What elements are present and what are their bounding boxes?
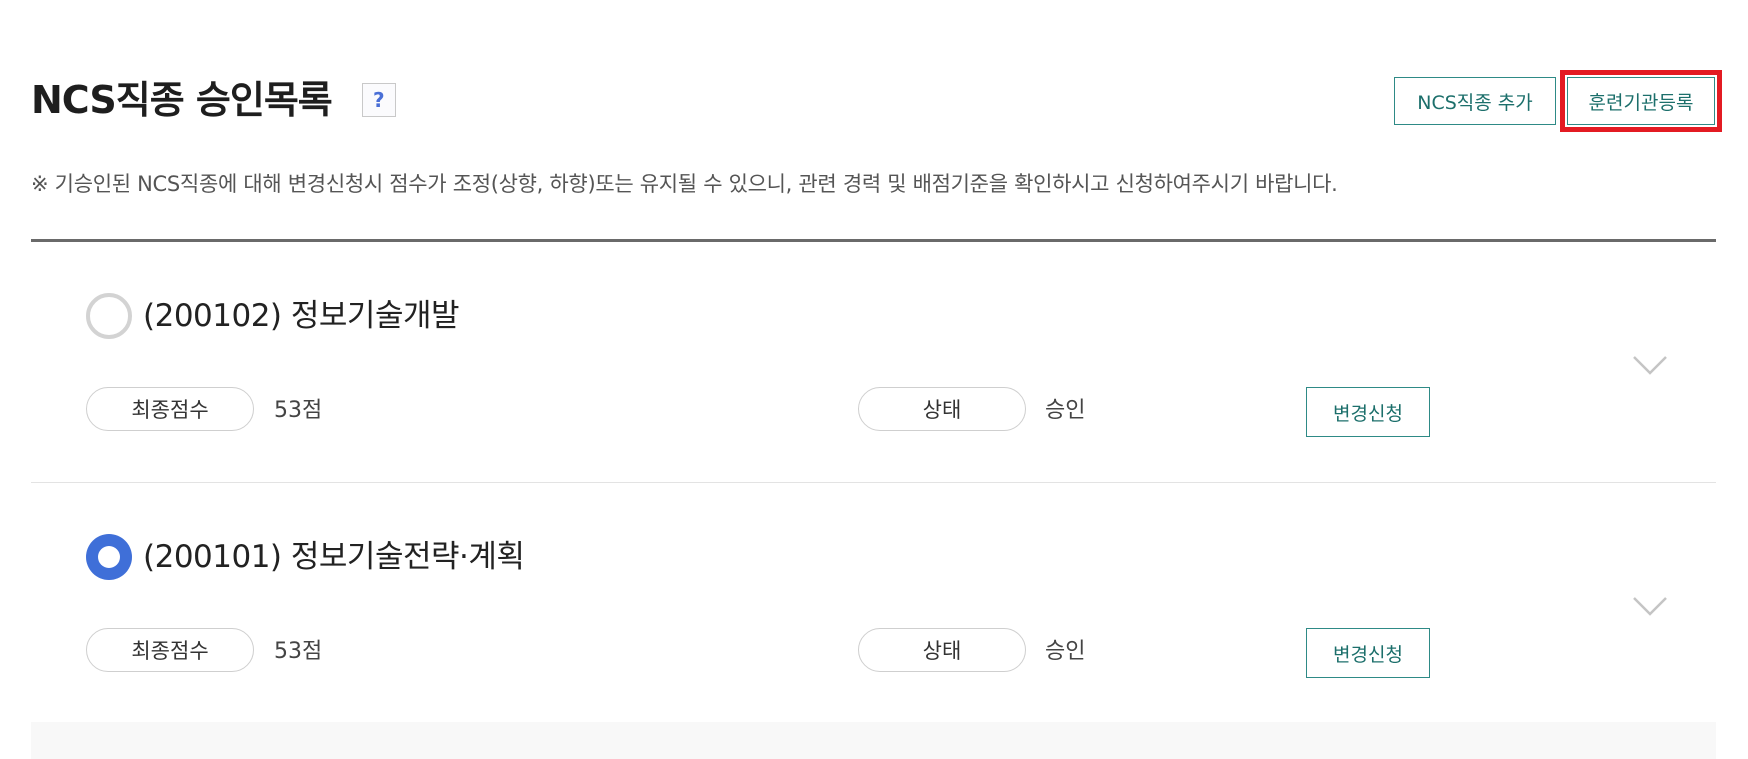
item-title: (200101) 정보기술전략·계획 xyxy=(143,539,525,575)
footer-strip xyxy=(31,722,1716,759)
register-institution-button[interactable]: 훈련기관등록 xyxy=(1567,77,1715,125)
chevron-down-icon[interactable] xyxy=(1632,595,1668,617)
chevron-down-icon[interactable] xyxy=(1632,354,1668,376)
score-value: 53점 xyxy=(274,639,323,664)
score-label: 최종점수 xyxy=(86,628,254,672)
list-item: (200102) 정보기술개발 최종점수 53점 상태 승인 변경신청 xyxy=(31,242,1716,483)
page: NCS직종 승인목록 ? NCS직종 추가 훈련기관등록 ※ 기승인된 NCS직… xyxy=(0,0,1748,759)
list-item: (200101) 정보기술전략·계획 최종점수 53점 상태 승인 변경신청 xyxy=(31,483,1716,723)
item-radio[interactable] xyxy=(86,293,132,339)
status-value: 승인 xyxy=(1045,639,1086,664)
status-value: 승인 xyxy=(1045,398,1086,423)
status-label: 상태 xyxy=(858,387,1026,431)
score-value: 53점 xyxy=(274,398,323,423)
item-radio[interactable] xyxy=(86,534,132,580)
page-title: NCS직종 승인목록 xyxy=(31,78,333,122)
add-ncs-button[interactable]: NCS직종 추가 xyxy=(1394,77,1556,125)
top-buttons: NCS직종 추가 훈련기관등록 xyxy=(1394,70,1722,132)
notice-text: ※ 기승인된 NCS직종에 대해 변경신청시 점수가 조정(상향, 하향)또는 … xyxy=(31,172,1338,196)
status-label: 상태 xyxy=(858,628,1026,672)
change-request-button[interactable]: 변경신청 xyxy=(1306,387,1430,437)
change-request-button[interactable]: 변경신청 xyxy=(1306,628,1430,678)
question-icon[interactable]: ? xyxy=(361,83,396,117)
header: NCS직종 승인목록 ? xyxy=(31,76,396,124)
score-label: 최종점수 xyxy=(86,387,254,431)
item-title: (200102) 정보기술개발 xyxy=(143,298,460,334)
register-highlight-box: 훈련기관등록 xyxy=(1560,70,1722,132)
